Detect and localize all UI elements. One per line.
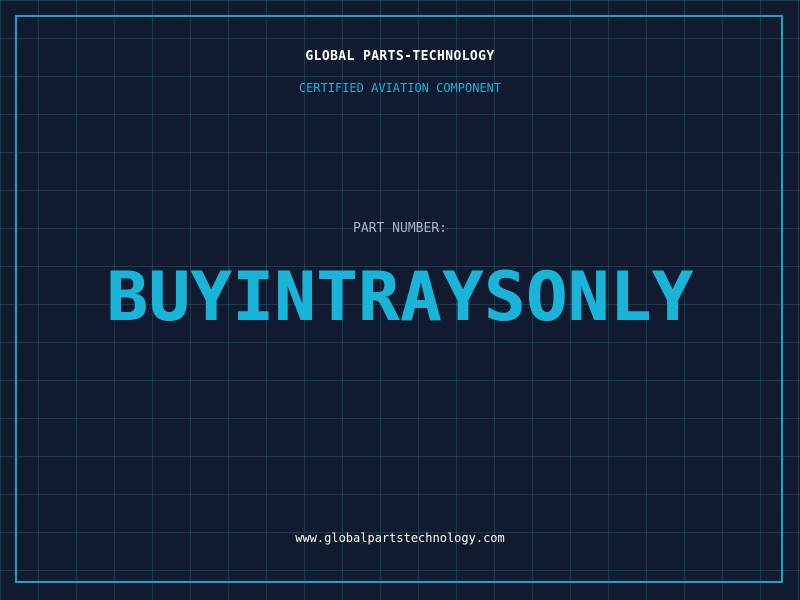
website-url: www.globalpartstechnology.com	[295, 531, 505, 545]
part-label-card: GLOBAL PARTS-TECHNOLOGY CERTIFIED AVIATI…	[0, 0, 800, 600]
part-number-value: BUYINTRAYSONLY	[106, 258, 694, 337]
part-number-label: PART NUMBER:	[353, 221, 447, 236]
certification-subtitle: CERTIFIED AVIATION COMPONENT	[298, 81, 502, 95]
company-name: GLOBAL PARTS-TECHNOLOGY	[305, 49, 495, 64]
